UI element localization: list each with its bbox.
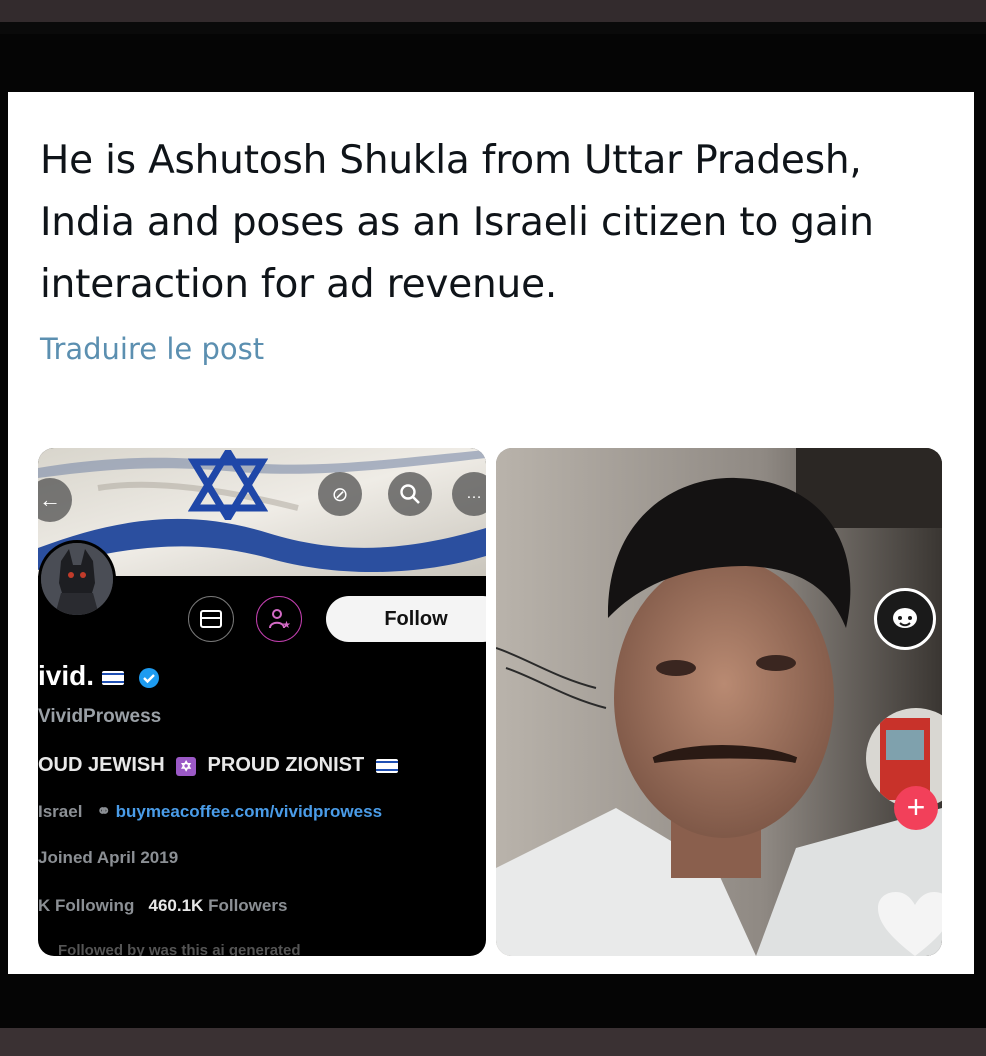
plus-icon[interactable]: + — [894, 786, 938, 830]
bio-part-1: OUD JEWISH — [38, 754, 165, 776]
svg-text:★: ★ — [282, 620, 290, 630]
bio-part-2: PROUD ZIONIST — [207, 754, 365, 776]
following-label[interactable]: Following — [55, 896, 134, 915]
comment-icon[interactable] — [874, 588, 936, 650]
bottom-frame — [0, 1028, 986, 1056]
following-count[interactable]: K — [38, 896, 50, 915]
translate-link[interactable]: Traduire le post — [40, 332, 264, 366]
profile-link[interactable]: buymeacoffee.com/vividprowess — [116, 802, 382, 821]
follow-button[interactable]: Follow — [326, 596, 486, 642]
profile-handle: VividProwess — [38, 706, 162, 727]
profile-joined: Joined April 2019 — [38, 848, 179, 867]
mail-icon[interactable] — [188, 596, 234, 642]
person-star-icon[interactable]: ★ — [256, 596, 302, 642]
star-of-david-icon: ✡ — [176, 757, 196, 776]
followers-count[interactable]: 460.1K — [149, 896, 204, 915]
heart-icon[interactable] — [876, 890, 942, 956]
selfie-image — [496, 448, 942, 956]
followers-label[interactable]: Followers — [208, 896, 287, 915]
avatar[interactable] — [38, 540, 116, 618]
top-frame-shadow — [0, 22, 986, 34]
tweet-text: He is Ashutosh Shukla from Uttar Pradesh… — [40, 138, 874, 307]
profile-follow-stats: K Following 460.1K Followers — [38, 896, 287, 916]
verified-badge-icon — [138, 667, 159, 688]
followed-by-text: Followed by was this ai generated — [58, 942, 301, 956]
israel-flag-icon — [101, 670, 124, 685]
link-icon: ⚭ — [96, 802, 111, 821]
israel-flag-icon — [375, 758, 398, 773]
selfie-photo: + — [496, 448, 942, 956]
profile-name: ivid. — [38, 660, 160, 692]
profile-name-text: ivid. — [38, 660, 95, 691]
search-icon[interactable] — [388, 472, 432, 516]
star-of-david-icon — [188, 450, 268, 520]
profile-meta: Israel ⚭ buymeacoffee.com/vividprowess — [38, 802, 382, 822]
profile-bio: OUD JEWISH ✡ PROUD ZIONIST — [38, 754, 398, 777]
profile-location: Israel — [38, 802, 83, 821]
tweet-card: He is Ashutosh Shukla from Uttar Pradesh… — [8, 92, 974, 974]
profile-screenshot: ← ⊘ … ★ Follow ivid. VividProwess OUD JE… — [38, 448, 486, 956]
refresh-icon[interactable]: ⊘ — [318, 472, 362, 516]
